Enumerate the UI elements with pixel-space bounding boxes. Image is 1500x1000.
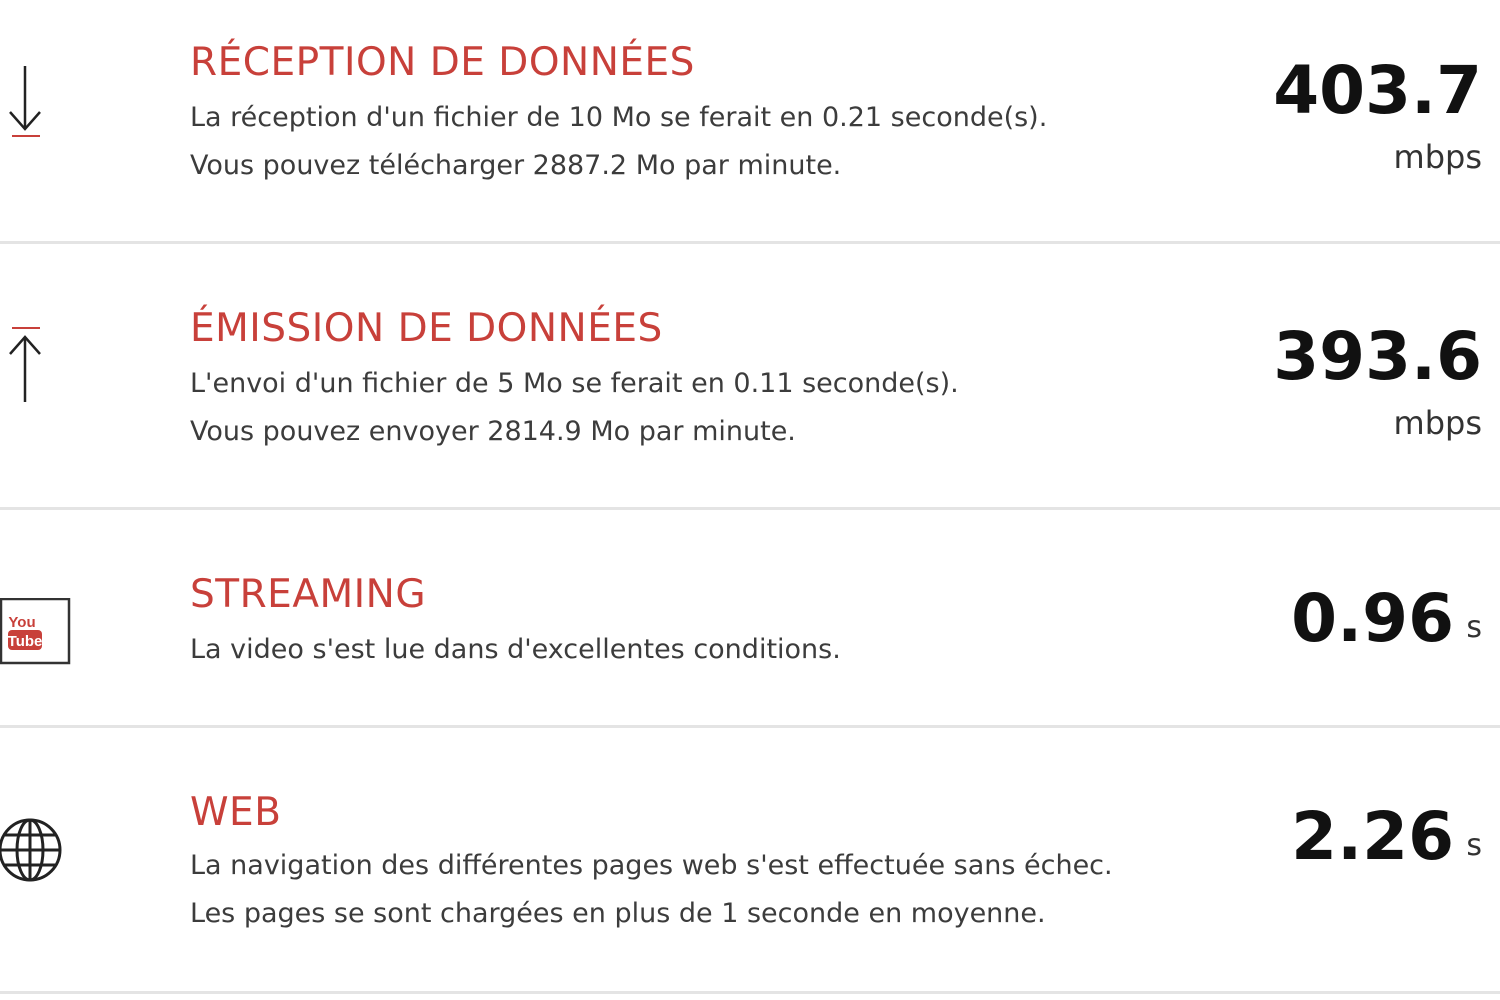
web-result-row: WEB La navigation des différentes pages …: [0, 728, 1500, 994]
web-title: WEB: [190, 790, 282, 835]
download-title: RÉCEPTION DE DONNÉES: [190, 40, 695, 85]
upload-speed-value: 393.6: [1273, 318, 1482, 395]
download-result-row: RÉCEPTION DE DONNÉES La réception d'un f…: [0, 0, 1500, 244]
upload-result-row: ÉMISSION DE DONNÉES L'envoi d'un fichier…: [0, 244, 1500, 510]
download-speed-unit: mbps: [1393, 138, 1482, 176]
download-speed-value: 403.7: [1273, 52, 1482, 129]
youtube-logo-text-bottom: Tube: [8, 633, 43, 650]
download-arrow-icon: [4, 62, 48, 146]
streaming-result-row: You Tube STREAMING La video s'est lue da…: [0, 510, 1500, 728]
web-description-line1: La navigation des différentes pages web …: [190, 850, 1113, 881]
upload-speed-unit: mbps: [1393, 404, 1482, 442]
streaming-time-value: 0.96: [1291, 580, 1454, 657]
upload-description-line1: L'envoi d'un fichier de 5 Mo se ferait e…: [190, 368, 959, 399]
upload-description-line2: Vous pouvez envoyer 2814.9 Mo par minute…: [190, 416, 796, 447]
upload-title: ÉMISSION DE DONNÉES: [190, 306, 663, 351]
streaming-description-line1: La video s'est lue dans d'excellentes co…: [190, 634, 841, 665]
web-time-value: 2.26: [1291, 798, 1454, 875]
globe-icon: [0, 810, 66, 894]
streaming-time-unit: s: [1466, 610, 1482, 645]
upload-arrow-icon: [4, 324, 48, 410]
download-description-line2: Vous pouvez télécharger 2887.2 Mo par mi…: [190, 150, 842, 181]
web-time-unit: s: [1466, 828, 1482, 863]
youtube-logo-text-top: You: [8, 614, 35, 631]
youtube-icon: You Tube: [0, 597, 72, 670]
streaming-title: STREAMING: [190, 572, 427, 617]
web-description-line2: Les pages se sont chargées en plus de 1 …: [190, 898, 1046, 929]
download-description-line1: La réception d'un fichier de 10 Mo se fe…: [190, 102, 1048, 133]
